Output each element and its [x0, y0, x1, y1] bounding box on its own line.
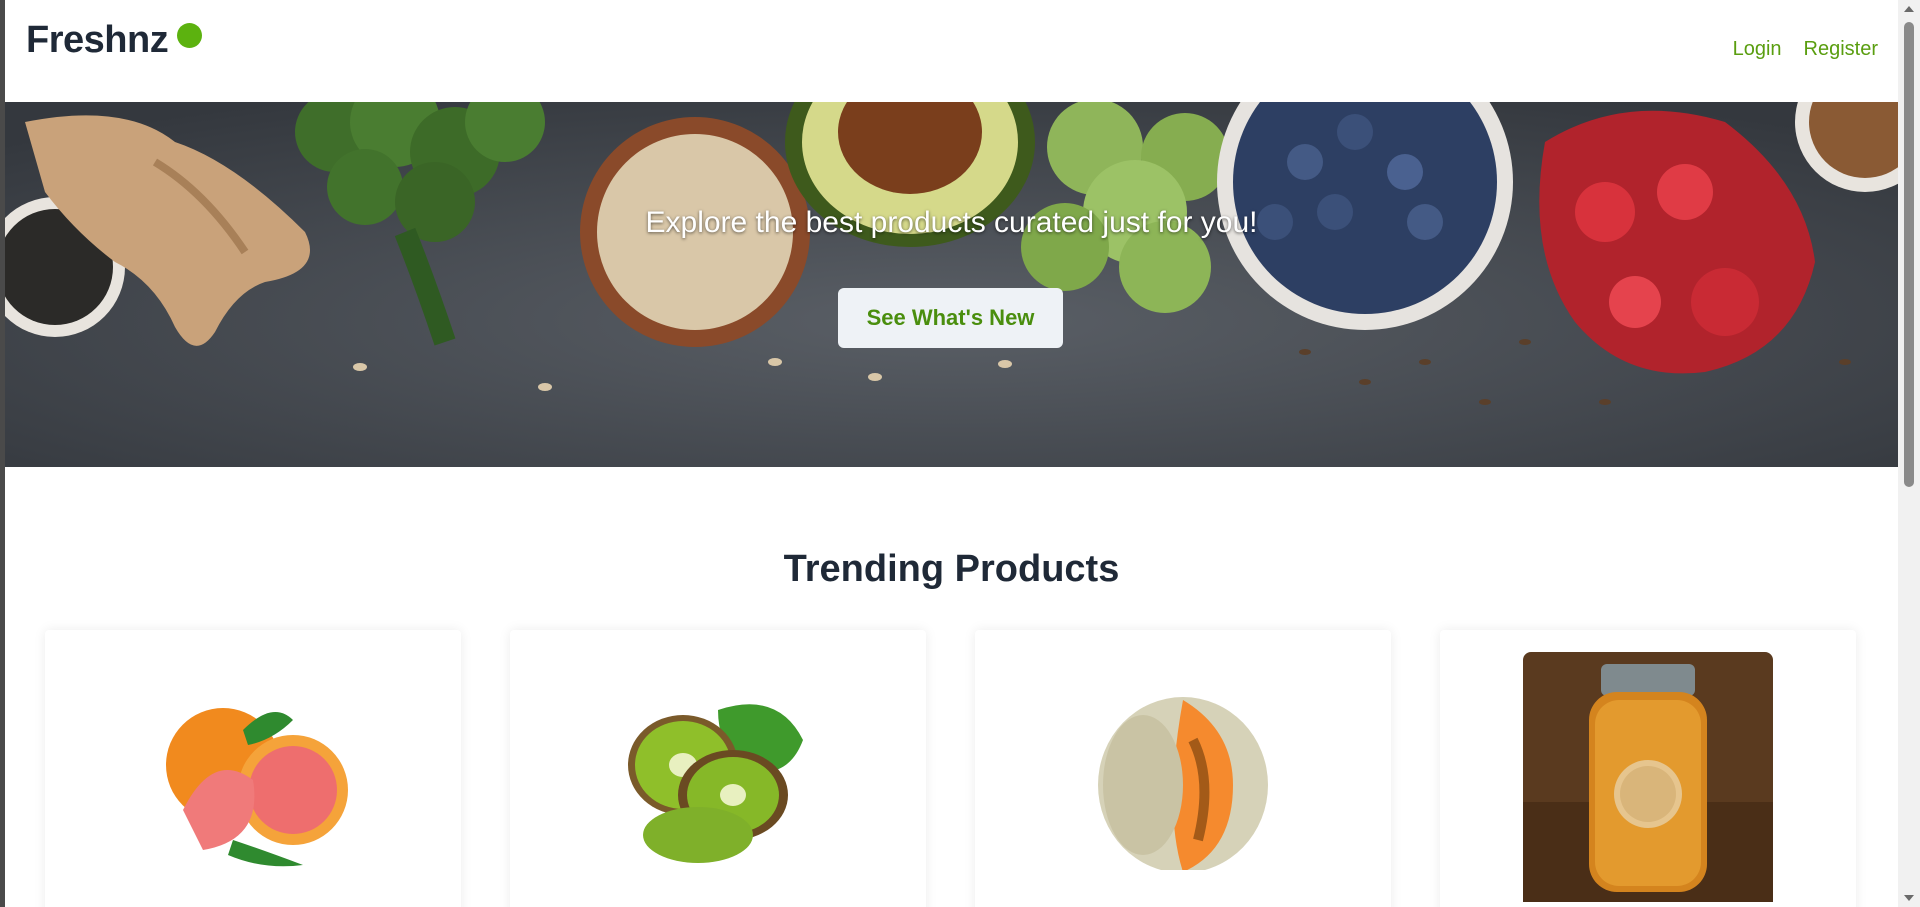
- vertical-scrollbar[interactable]: [1898, 0, 1920, 907]
- register-link[interactable]: Register: [1804, 38, 1878, 61]
- hero-banner: Explore the best products curated just f…: [5, 102, 1898, 467]
- cantaloupe-image: [1098, 697, 1268, 870]
- honey-jar-image: [1523, 652, 1773, 902]
- browser-viewport: Freshnz Login Register Explore the best …: [5, 0, 1898, 907]
- kiwi-image: [628, 704, 803, 863]
- product-card[interactable]: [975, 630, 1391, 907]
- scroll-down-icon[interactable]: [1904, 895, 1914, 901]
- scroll-up-icon[interactable]: [1904, 6, 1914, 12]
- product-card[interactable]: [510, 630, 926, 907]
- scrollbar-thumb[interactable]: [1904, 22, 1914, 487]
- hero-tagline: Explore the best products curated just f…: [645, 206, 1258, 239]
- grapefruit-image: [166, 708, 348, 867]
- product-card[interactable]: [1440, 630, 1856, 907]
- login-link[interactable]: Login: [1733, 38, 1782, 61]
- trending-products-list: [45, 630, 1865, 907]
- trending-title: Trending Products: [783, 548, 1120, 590]
- site-header: Freshnz Login Register: [5, 0, 1898, 102]
- brand-name: Freshnz: [26, 19, 169, 61]
- brand-logo[interactable]: Freshnz: [26, 19, 203, 62]
- see-whats-new-button[interactable]: See What's New: [838, 288, 1063, 348]
- top-nav: Login Register: [1733, 38, 1878, 61]
- product-card[interactable]: [45, 630, 461, 907]
- hero-produce-image: [5, 102, 1898, 467]
- brand-dot-icon: [177, 23, 203, 48]
